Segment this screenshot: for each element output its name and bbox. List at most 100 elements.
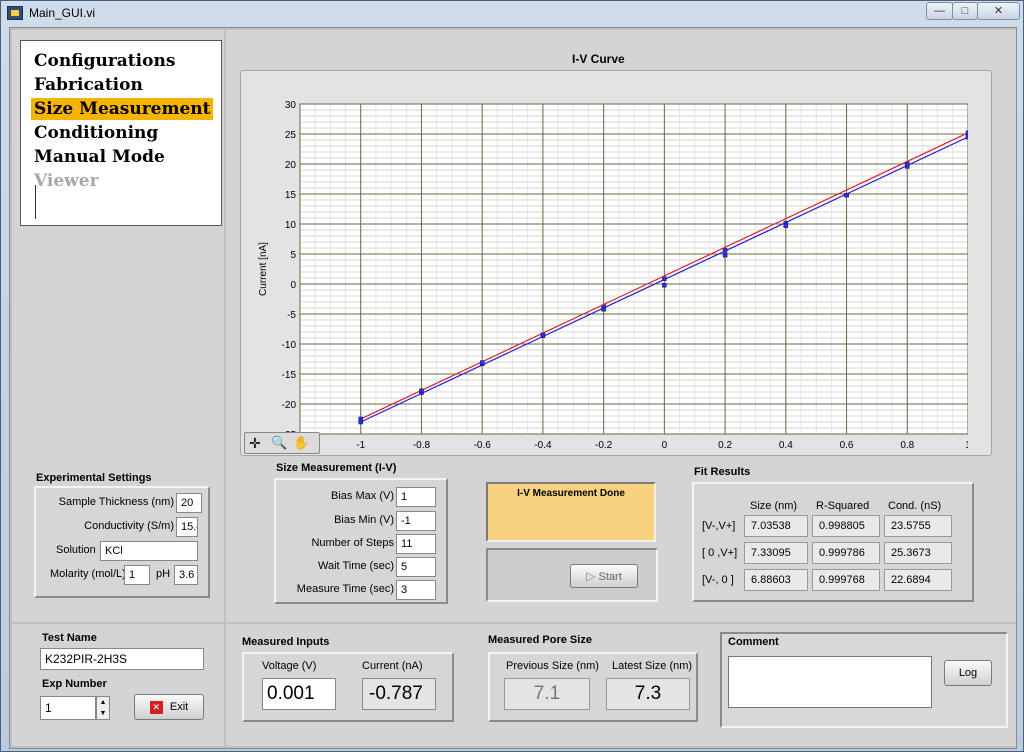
data-point (479, 360, 485, 365)
data-point (601, 306, 606, 312)
data-point (419, 388, 424, 394)
data-point (783, 223, 789, 229)
sample-thickness-label: Sample Thickness (nm) (58, 496, 174, 508)
minimize-button[interactable]: — (926, 2, 953, 20)
experimental-settings-group: Sample Thickness (nm) 20 Conductivity (S… (34, 486, 210, 598)
fit-results-title: Fit Results (694, 466, 751, 478)
nav-item-fabrication[interactable]: Fabrication (29, 74, 148, 96)
x-tick-label: 0.6 (840, 440, 854, 448)
data-point (722, 252, 728, 258)
x-tick-label: -0.2 (595, 440, 613, 448)
latest-size-readout: 7.3 (606, 678, 690, 710)
wait-time-field[interactable]: 5 (396, 557, 436, 577)
nav-item-manual-mode[interactable]: Manual Mode (29, 146, 170, 168)
test-info-panel: Test Name K232PIR-2H3S Exp Number 1 ▲ ▼ … (12, 624, 224, 746)
cond-header: Cond. (nS) (888, 500, 942, 512)
comment-group: Comment Log (720, 632, 1008, 728)
molarity-label: Molarity (mol/L) (50, 568, 126, 580)
y-tick-label: 25 (285, 130, 297, 141)
measured-inputs-title: Measured Inputs (242, 636, 330, 648)
y-tick-label: 5 (290, 250, 296, 261)
size-measurement-group: Bias Max (V) 1 Bias Min (V) -1 Number of… (274, 478, 448, 604)
chart-title: I-V Curve (572, 52, 625, 66)
molarity-field[interactable]: 1 (124, 565, 150, 585)
fit-size-value: 6.88603 (744, 569, 808, 591)
zoom-tool-icon[interactable]: 🔍 (271, 435, 287, 451)
y-axis-label: Current [nA] (258, 242, 269, 296)
y-tick-label: -10 (282, 340, 297, 351)
status-message: I-V Measurement Done (517, 488, 625, 499)
data-point (965, 134, 968, 140)
play-icon: ▷ (586, 569, 596, 583)
x-tick-label: 0.8 (900, 440, 914, 448)
y-tick-label: -20 (282, 400, 297, 411)
fit-cond-value: 25.3673 (884, 542, 952, 564)
close-button[interactable]: ✕ (977, 2, 1020, 20)
data-point (358, 416, 363, 422)
nav-item-size-measurement[interactable]: Size Measurement (29, 98, 216, 120)
pore-size-title: Measured Pore Size (488, 634, 592, 646)
fit-cond-value: 22.6894 (884, 569, 952, 591)
measured-inputs-group: Voltage (V) 0.001 Current (nA) -0.787 (242, 652, 454, 722)
size-header: Size (nm) (750, 500, 798, 512)
sample-thickness-field[interactable]: 20 (176, 493, 202, 513)
cursor-tool-icon[interactable]: ✛ (249, 435, 261, 451)
previous-size-readout: 7.1 (504, 678, 590, 710)
labview-icon (7, 6, 23, 20)
x-tick-label: -0.4 (534, 440, 552, 448)
x-tick-label: 0.2 (718, 440, 732, 448)
exp-number-stepper[interactable]: ▲ ▼ (96, 696, 110, 720)
fit-row-label: [ 0 ,V+] (702, 547, 738, 559)
voltage-readout: 0.001 (262, 678, 336, 710)
fit-size-value: 7.33095 (744, 542, 808, 564)
y-tick-label: -15 (282, 370, 297, 381)
nav-item-conditioning[interactable]: Conditioning (29, 122, 163, 144)
test-name-field[interactable]: K232PIR-2H3S (40, 648, 204, 670)
x-tick-label: -0.8 (413, 440, 431, 448)
experimental-settings-title: Experimental Settings (36, 472, 152, 484)
navigation-list: Configurations Fabrication Size Measurem… (20, 40, 222, 226)
fit-size-value: 7.03538 (744, 515, 808, 537)
voltage-label: Voltage (V) (262, 660, 317, 672)
decrement-icon[interactable]: ▼ (97, 708, 109, 719)
graph-palette: ✛ 🔍 ✋ (244, 432, 320, 454)
steps-field[interactable]: 11 (396, 534, 436, 554)
exit-button-label: Exit (169, 701, 189, 713)
log-button[interactable]: Log (944, 660, 992, 686)
x-tick-label: 0.4 (779, 440, 793, 448)
status-indicator: I-V Measurement Done (486, 482, 656, 542)
bias-max-label: Bias Max (V) (331, 490, 394, 502)
fit-row-label: [V-,V+] (702, 520, 736, 532)
data-point (844, 192, 849, 198)
exit-button[interactable]: ✕ Exit (134, 694, 204, 720)
measure-time-field[interactable]: 3 (396, 580, 436, 600)
iv-curve-chart[interactable]: -25-20-15-10-5051015202530-1.2-1-0.8-0.6… (242, 74, 968, 448)
y-tick-label: 15 (285, 190, 297, 201)
window-title: Main_GUI.vi (29, 6, 96, 20)
exit-icon: ✕ (149, 700, 163, 714)
front-panel: Configurations Fabrication Size Measurem… (9, 27, 1017, 749)
pan-tool-icon[interactable]: ✋ (293, 435, 309, 451)
y-tick-label: -5 (287, 310, 296, 321)
left-panel: Configurations Fabrication Size Measurem… (12, 30, 224, 622)
y-tick-label: 30 (285, 100, 297, 111)
r-squared-header: R-Squared (816, 500, 870, 512)
x-tick-label: 1 (965, 440, 968, 448)
bias-min-field[interactable]: -1 (396, 511, 436, 531)
nav-item-viewer[interactable]: Viewer (29, 170, 104, 192)
exp-number-field[interactable]: 1 (40, 696, 96, 720)
bias-max-field[interactable]: 1 (396, 487, 436, 507)
start-button[interactable]: ▷ Start (570, 564, 638, 588)
fit-r2-value: 0.998805 (812, 515, 880, 537)
comment-textbox[interactable] (728, 656, 932, 708)
conductivity-field[interactable]: 15.4 (176, 517, 198, 537)
maximize-button[interactable]: □ (952, 2, 978, 20)
nav-item-configurations[interactable]: Configurations (29, 50, 180, 72)
application-window: Main_GUI.vi — □ ✕ Configurations Fabrica… (0, 0, 1024, 752)
current-label: Current (nA) (362, 660, 423, 672)
solution-field[interactable]: KCl (100, 541, 198, 561)
data-point (905, 161, 910, 167)
ph-field[interactable]: 3.6 (174, 565, 198, 585)
increment-icon[interactable]: ▲ (97, 697, 109, 708)
exp-number-label: Exp Number (42, 678, 107, 690)
